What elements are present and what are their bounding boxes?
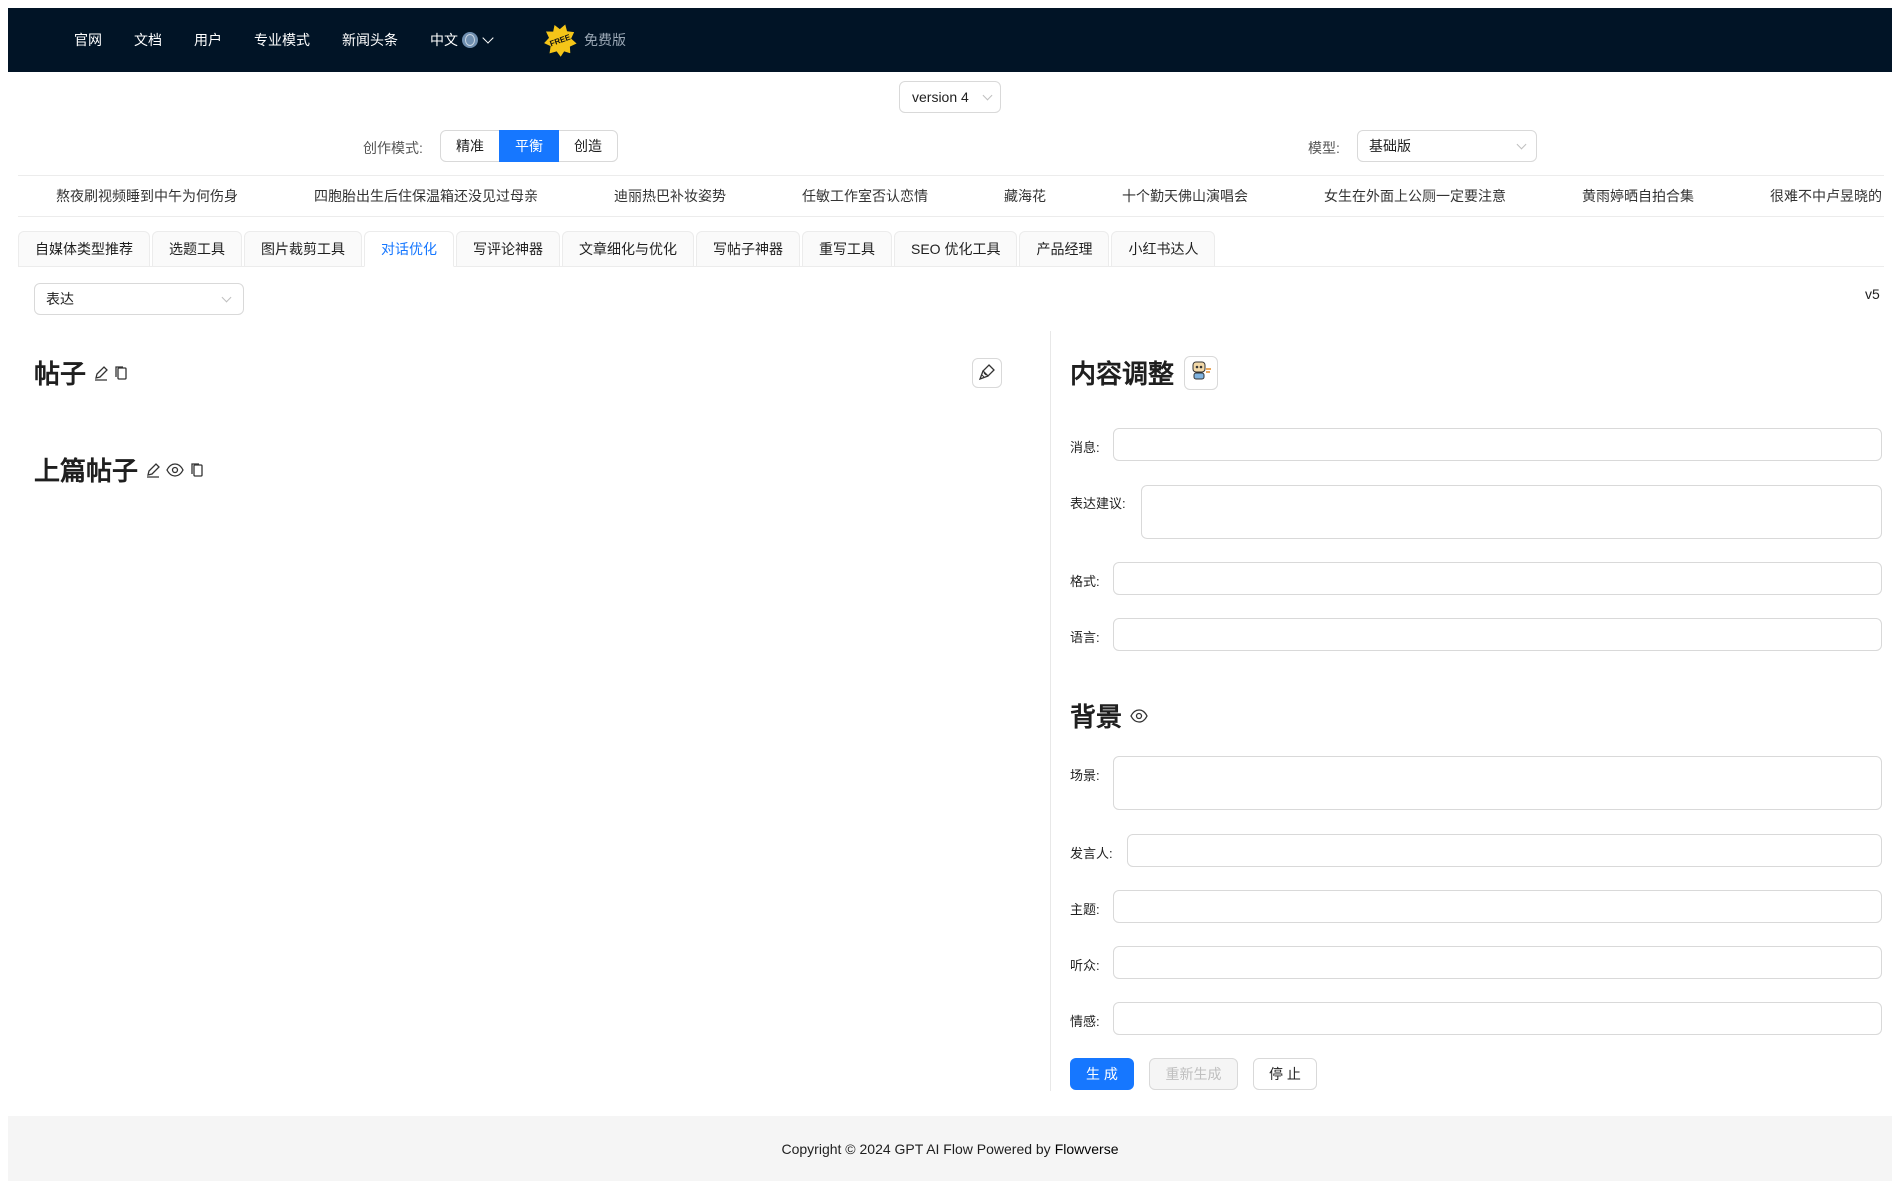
tab-dialogue-optimize[interactable]: 对话优化 — [364, 231, 454, 267]
headline-item[interactable]: 迪丽热巴补妆姿势 — [614, 186, 726, 206]
headline-item[interactable]: 藏海花 — [1004, 186, 1046, 206]
headline-item[interactable]: 很难不中卢昱晓的 — [1770, 186, 1882, 206]
expression-select[interactable]: 表达 — [34, 283, 244, 315]
eye-icon[interactable] — [166, 461, 184, 479]
language-input[interactable] — [1113, 618, 1882, 651]
language-label: 语言: — [1070, 630, 1100, 645]
globe-icon — [462, 32, 478, 48]
headline-item[interactable]: 黄雨婷晒自拍合集 — [1582, 186, 1694, 206]
headline-item[interactable]: 女生在外面上公厕一定要注意 — [1324, 186, 1506, 206]
headlines-ticker: 熬夜刷视频睡到中午为何伤身 四胞胎出生后住保温箱还没见过母亲 迪丽热巴补妆姿势 … — [18, 175, 1884, 217]
tab-comment-writer[interactable]: 写评论神器 — [456, 231, 560, 267]
message-label: 消息: — [1070, 440, 1100, 455]
tool-tabs: 自媒体类型推荐 选题工具 图片裁剪工具 对话优化 写评论神器 文章细化与优化 写… — [18, 231, 1884, 267]
chevron-down-icon — [482, 31, 494, 44]
robot-icon — [1189, 357, 1213, 388]
tab-media-type[interactable]: 自媒体类型推荐 — [18, 231, 150, 267]
generate-button[interactable]: 生 成 — [1070, 1058, 1134, 1090]
background-title: 背景 — [1070, 702, 1123, 732]
suggestion-textarea[interactable] — [1141, 485, 1882, 539]
mode-balanced-button[interactable]: 平衡 — [499, 130, 559, 162]
tab-article-refine[interactable]: 文章细化与优化 — [562, 231, 694, 267]
language-label: 中文 — [430, 32, 458, 48]
mode-precise-button[interactable]: 精准 — [440, 130, 500, 162]
format-input[interactable] — [1113, 562, 1882, 595]
emotion-input[interactable] — [1113, 1002, 1882, 1035]
chevron-down-icon — [221, 292, 232, 303]
background-heading: 背景 — [1070, 697, 1148, 734]
clear-brush-button[interactable] — [972, 358, 1002, 388]
tab-product-manager[interactable]: 产品经理 — [1019, 231, 1110, 267]
tab-topic-tool[interactable]: 选题工具 — [152, 231, 242, 267]
copy-icon[interactable] — [188, 461, 206, 479]
mode-creative-button[interactable]: 创造 — [558, 130, 618, 162]
tab-post-writer[interactable]: 写帖子神器 — [696, 231, 800, 267]
audience-input[interactable] — [1113, 946, 1882, 979]
format-label: 格式: — [1070, 574, 1100, 589]
model-label: 模型: — [1308, 140, 1340, 156]
headline-item[interactable]: 十个勤天佛山演唱会 — [1122, 186, 1248, 206]
previous-post-title: 上篇帖子 — [34, 456, 139, 486]
free-plan-badge[interactable]: FREE 免费版 — [544, 24, 626, 56]
creation-mode-segmented: 精准 平衡 创造 — [440, 130, 618, 162]
free-star-icon: FREE — [539, 19, 580, 60]
scene-label: 场景: — [1070, 768, 1100, 783]
suggestion-label: 表达建议: — [1070, 496, 1126, 511]
robot-assist-button[interactable] — [1184, 355, 1219, 390]
headline-item[interactable]: 任敏工作室否认恋情 — [802, 186, 928, 206]
previous-post-heading: 上篇帖子 — [34, 451, 206, 488]
free-plan-label: 免费版 — [584, 32, 626, 48]
nav-docs[interactable]: 文档 — [134, 30, 162, 50]
message-input[interactable] — [1113, 428, 1882, 461]
topic-label: 主题: — [1070, 902, 1100, 917]
tab-image-crop[interactable]: 图片裁剪工具 — [244, 231, 362, 267]
nav-official-site[interactable]: 官网 — [74, 30, 102, 50]
stop-button[interactable]: 停 止 — [1253, 1058, 1317, 1090]
headline-item[interactable]: 四胞胎出生后住保温箱还没见过母亲 — [314, 186, 538, 206]
model-select[interactable]: 基础版 — [1357, 130, 1537, 162]
version-selected: version 4 — [912, 89, 969, 105]
topic-input[interactable] — [1113, 890, 1882, 923]
tab-xiaohongshu[interactable]: 小红书达人 — [1111, 231, 1216, 267]
copy-icon[interactable] — [112, 364, 130, 382]
content-adjust-heading: 内容调整 — [1070, 354, 1219, 391]
panel-divider — [1050, 331, 1051, 1091]
nav-pro-mode[interactable]: 专业模式 — [254, 30, 310, 50]
model-selected: 基础版 — [1369, 138, 1411, 154]
footer-brand-link[interactable]: Flowverse — [1055, 1141, 1119, 1157]
top-nav: 官网 文档 用户 专业模式 新闻头条 中文 FREE 免费版 — [8, 8, 1892, 72]
nav-user[interactable]: 用户 — [194, 30, 222, 50]
scene-textarea[interactable] — [1113, 756, 1882, 810]
post-heading: 帖子 — [34, 354, 130, 391]
speaker-input[interactable] — [1127, 834, 1882, 867]
language-switcher[interactable]: 中文 — [430, 30, 494, 50]
audience-label: 听众: — [1070, 958, 1100, 973]
brush-icon — [978, 363, 996, 384]
post-title: 帖子 — [34, 359, 87, 389]
edit-icon[interactable] — [92, 364, 110, 382]
headline-item[interactable]: 熬夜刷视频睡到中午为何伤身 — [56, 186, 238, 206]
footer-copyright: Copyright © 2024 GPT AI Flow Powered by — [781, 1140, 1051, 1157]
eye-icon[interactable] — [1130, 707, 1148, 725]
chevron-down-icon — [1516, 139, 1527, 150]
tab-rewrite[interactable]: 重写工具 — [802, 231, 892, 267]
expression-selected: 表达 — [46, 291, 74, 307]
tab-seo[interactable]: SEO 优化工具 — [894, 231, 1018, 267]
version-tag: v5 — [1865, 286, 1880, 302]
nav-news[interactable]: 新闻头条 — [342, 30, 398, 50]
emotion-label: 情感: — [1070, 1014, 1100, 1029]
footer: Copyright © 2024 GPT AI Flow Powered by … — [8, 1116, 1892, 1181]
speaker-label: 发言人: — [1070, 846, 1113, 861]
edit-icon[interactable] — [144, 461, 162, 479]
regenerate-button[interactable]: 重新生成 — [1149, 1058, 1238, 1090]
creation-mode-label: 创作模式: — [363, 140, 423, 156]
chevron-down-icon — [982, 90, 993, 101]
version-select[interactable]: version 4 — [899, 81, 1001, 113]
content-adjust-title: 内容调整 — [1070, 359, 1175, 389]
